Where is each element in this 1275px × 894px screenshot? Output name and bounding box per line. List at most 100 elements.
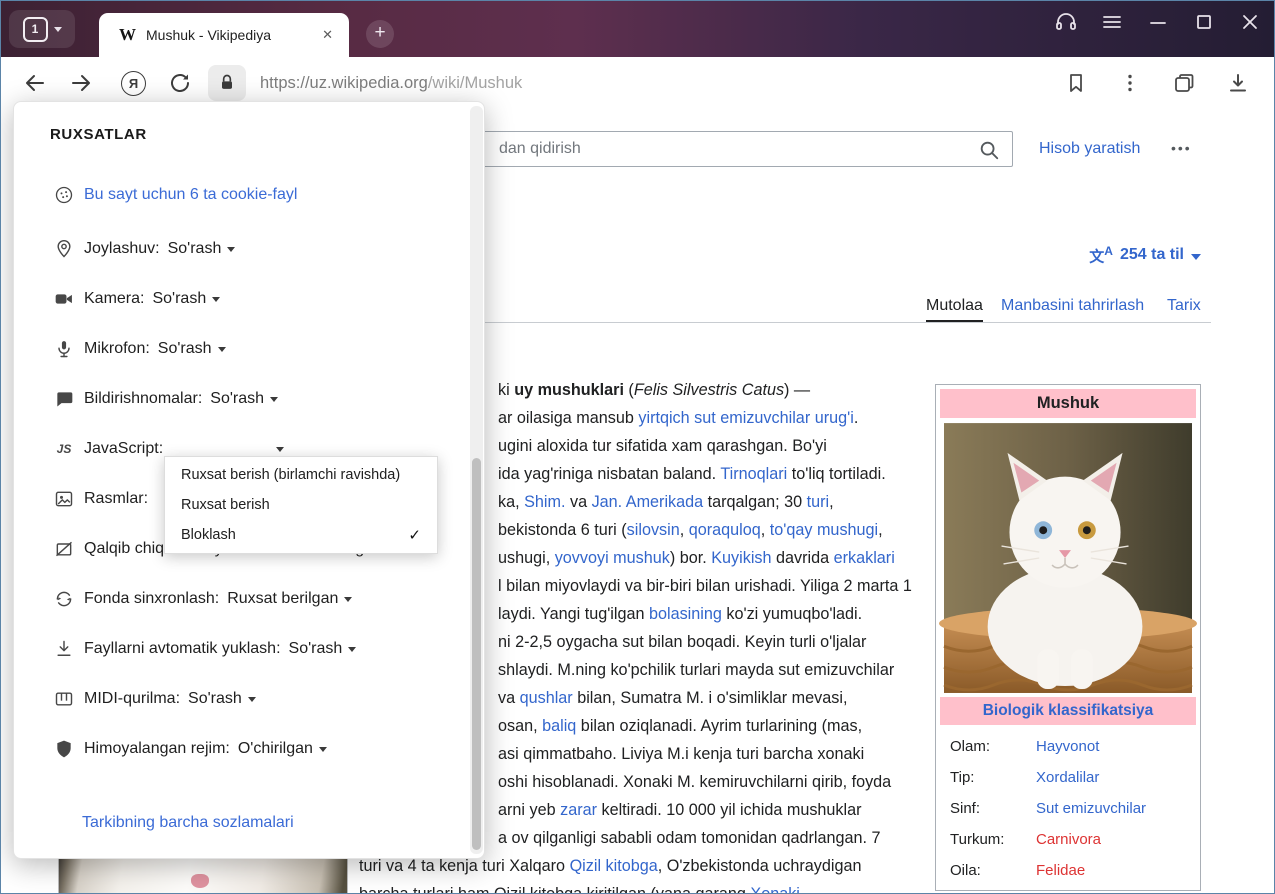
cat-nose: [191, 874, 209, 888]
wiki-link[interactable]: zarar: [560, 801, 597, 819]
table-row: Tip: Xordalilar: [940, 762, 1196, 793]
kitten-photo[interactable]: [944, 423, 1192, 693]
wiki-link[interactable]: Kuyikish: [711, 549, 771, 567]
caret-down-icon: [218, 347, 226, 352]
permission-row-camera: Kamera: So'rash: [14, 274, 466, 324]
minimize-icon[interactable]: [1146, 10, 1170, 34]
infobox-section-link[interactable]: Biologik klassifikatsiya: [940, 697, 1196, 725]
popups-icon: [54, 539, 74, 559]
browser-window: 1 W Mushuk - Vikipediya ✕ +: [0, 0, 1275, 894]
wikipedia-favicon: W: [119, 25, 136, 45]
caret-down-icon: [248, 697, 256, 702]
permission-row-auto-downloads: Fayllarni avtomatik yuklash: So'rash: [14, 624, 466, 674]
download-icon[interactable]: [1226, 71, 1250, 95]
background-sync-permission-dropdown[interactable]: Ruxsat berilgan: [227, 590, 352, 608]
wiki-link[interactable]: Xonaki: [750, 885, 800, 894]
caret-down-icon: [270, 397, 278, 402]
wiki-link[interactable]: Tirnoqlari: [720, 465, 787, 483]
tab-tarix[interactable]: Tarix: [1167, 297, 1201, 315]
wiki-link[interactable]: urug'i: [815, 409, 854, 427]
wiki-link[interactable]: Qizil kitobga: [570, 857, 658, 875]
tab-title: Mushuk - Vikipediya: [146, 27, 318, 43]
forward-icon[interactable]: [69, 71, 93, 95]
active-tab-indicator: [926, 320, 983, 322]
wiki-link[interactable]: qushlar: [520, 689, 573, 707]
wiki-link[interactable]: erkaklari: [834, 549, 895, 567]
caret-down-icon: [276, 447, 284, 452]
maximize-icon[interactable]: [1192, 10, 1216, 34]
more-vert-icon[interactable]: [1118, 71, 1142, 95]
wiki-redlink[interactable]: Carnivora: [1026, 824, 1196, 855]
wiki-link[interactable]: turi: [807, 493, 830, 511]
autodownload-icon: [54, 639, 74, 659]
close-icon[interactable]: [1238, 10, 1262, 34]
bookmark-icon[interactable]: [1064, 71, 1088, 95]
permission-row-notifications: Bildirishnomalar: So'rash: [14, 374, 466, 424]
microphone-permission-dropdown[interactable]: So'rash: [158, 340, 226, 358]
tab-mutolaa[interactable]: Mutolaa: [926, 297, 983, 315]
wiki-link[interactable]: bolasining: [649, 605, 722, 623]
caret-down-icon: [319, 747, 327, 752]
yandex-icon[interactable]: Я: [121, 71, 146, 96]
menu-item-allow[interactable]: Ruxsat berish: [165, 490, 437, 520]
taxobox: Mushuk: [935, 384, 1201, 891]
camera-permission-dropdown[interactable]: So'rash: [152, 290, 220, 308]
cookies-link[interactable]: Bu sayt uchun 6 ta cookie-fayl: [84, 186, 297, 204]
reload-icon[interactable]: [168, 71, 192, 95]
headphones-icon[interactable]: [1054, 10, 1078, 34]
notifications-icon: [54, 389, 74, 409]
tab-group-count: 1: [23, 17, 48, 42]
midi-permission-dropdown[interactable]: So'rash: [188, 690, 256, 708]
browser-tab[interactable]: W Mushuk - Vikipediya ✕: [99, 13, 349, 57]
wiki-link[interactable]: yovvoyi mushuk: [555, 549, 670, 567]
language-selector[interactable]: 文A 254 ta til: [1089, 244, 1201, 266]
all-content-settings-link[interactable]: Tarkibning barcha sozlamalari: [82, 814, 294, 832]
panel-title: RUXSATLAR: [50, 126, 147, 143]
chevron-down-icon: [54, 27, 62, 32]
tab-group-button[interactable]: 1: [9, 10, 75, 48]
caret-down-icon: [348, 647, 356, 652]
notifications-permission-dropdown[interactable]: So'rash: [210, 390, 278, 408]
scrollbar-thumb[interactable]: [472, 458, 481, 850]
auto-downloads-permission-dropdown[interactable]: So'rash: [289, 640, 357, 658]
menu-item-block[interactable]: Bloklash ✓: [165, 520, 437, 550]
wiki-link[interactable]: yirtqich: [638, 409, 689, 427]
menu-item-allow-default[interactable]: Ruxsat berish (birlamchi ravishda): [165, 460, 437, 490]
new-tab-button[interactable]: +: [366, 20, 394, 48]
wiki-link[interactable]: Xordalilar: [1026, 762, 1196, 793]
wiki-link[interactable]: qoraquloq: [689, 521, 761, 539]
wiki-link[interactable]: Hayvonot: [1026, 731, 1196, 762]
wiki-link[interactable]: Sut emizuvchilar: [1026, 793, 1196, 824]
location-icon: [54, 239, 74, 259]
collections-icon[interactable]: [1172, 71, 1196, 95]
create-account-link[interactable]: Hisob yaratish: [1039, 140, 1140, 158]
address-bar[interactable]: https://uz.wikipedia.org/wiki/Mushuk: [260, 74, 1064, 93]
table-row: Turkum: Carnivora: [940, 824, 1196, 855]
search-input[interactable]: dan qidirish: [421, 131, 1013, 167]
article-line: barcha turlari ham Qizil kitobga kiritil…: [359, 880, 943, 894]
ellipsis-menu[interactable]: •••: [1171, 140, 1192, 156]
site-permissions-lock-button[interactable]: [208, 65, 246, 101]
wiki-link[interactable]: sut emizuvchilar: [694, 409, 810, 427]
location-permission-dropdown[interactable]: So'rash: [168, 240, 236, 258]
classification-table: Olam: Hayvonot Tip: Xordalilar Sinf: Sut…: [940, 731, 1196, 886]
language-icon: 文A: [1089, 244, 1113, 266]
menu-icon[interactable]: [1100, 10, 1124, 34]
wiki-link[interactable]: baliq: [542, 717, 576, 735]
wiki-link[interactable]: Jan. Amerikada: [592, 493, 704, 511]
javascript-permission-dropdown[interactable]: [171, 447, 284, 452]
javascript-icon: JS: [54, 439, 74, 459]
wiki-redlink[interactable]: Felidae: [1026, 855, 1196, 886]
camera-icon: [54, 289, 74, 309]
cookies-row: Bu sayt uchun 6 ta cookie-fayl: [14, 170, 466, 220]
tab-manbasini-tahrirlash[interactable]: Manbasini tahrirlash: [1001, 297, 1144, 315]
article-image-partial[interactable]: [58, 858, 348, 894]
protected-mode-dropdown[interactable]: O'chirilgan: [238, 740, 327, 758]
back-icon[interactable]: [23, 71, 47, 95]
wiki-link[interactable]: to'qay mushugi: [770, 521, 878, 539]
wiki-link[interactable]: Shim.: [524, 493, 565, 511]
wiki-link[interactable]: silovsin: [627, 521, 680, 539]
permissions-scrollbar[interactable]: [470, 106, 483, 854]
search-icon[interactable]: [978, 139, 1000, 161]
tab-close-icon[interactable]: ✕: [318, 25, 337, 45]
